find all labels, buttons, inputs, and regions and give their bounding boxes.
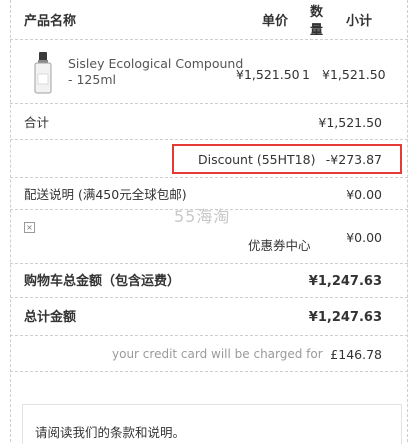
total-label: 合计	[24, 115, 50, 130]
coupon-value: ¥0.00	[346, 230, 382, 245]
charged-value: £146.78	[330, 347, 382, 362]
cart-total-label: 购物车总金额（包含运费）	[24, 274, 181, 289]
bottle-icon[interactable]	[32, 52, 54, 94]
total-value: ¥1,521.50	[318, 115, 382, 130]
terms-notice-text[interactable]: 请阅读我们的条款和说明。	[35, 425, 185, 440]
product-qty: 1	[302, 67, 310, 82]
broken-image-icon: ×	[24, 222, 35, 233]
cart-total-row: 购物车总金额（包含运费） ¥1,247.63	[10, 264, 408, 298]
grand-total-row: 总计金额 ¥1,247.63	[10, 298, 408, 336]
price-column-header: 单价	[262, 14, 289, 29]
terms-notice-box: 请阅读我们的条款和说明。	[22, 404, 402, 444]
shipping-value: ¥0.00	[346, 187, 382, 202]
grand-total-label: 总计金额	[24, 310, 77, 325]
charged-label: your credit card will be charged for	[112, 347, 323, 361]
coupon-label[interactable]: 优惠券中心	[248, 238, 311, 253]
qty-column-header-line2: 量	[310, 23, 324, 38]
qty-column-header-line1: 数	[310, 5, 324, 20]
product-name-line1[interactable]: Sisley Ecological Compound	[68, 56, 243, 71]
charged-row: your credit card will be charged for £14…	[10, 336, 408, 372]
product-subtotal: ¥1,521.50	[322, 67, 386, 82]
table-header: 产品名称 单价 数 量 小计	[10, 0, 408, 40]
product-unit-price: ¥1,521.50	[236, 67, 300, 82]
subtotal-column-header: 小计	[346, 14, 373, 29]
shipping-label: 配送说明 (满450元全球包邮)	[24, 187, 187, 202]
grand-total-value: ¥1,247.63	[308, 310, 382, 325]
discount-highlight-box	[172, 144, 402, 174]
watermark-text: 55海淘	[174, 207, 231, 226]
cart-total-value: ¥1,247.63	[308, 274, 382, 289]
product-column-header: 产品名称	[24, 14, 77, 29]
table-row: Sisley Ecological Compound - 125ml ¥1,52…	[10, 40, 408, 104]
total-row: 合计 ¥1,521.50	[10, 104, 408, 140]
product-name-line2[interactable]: - 125ml	[68, 72, 116, 87]
